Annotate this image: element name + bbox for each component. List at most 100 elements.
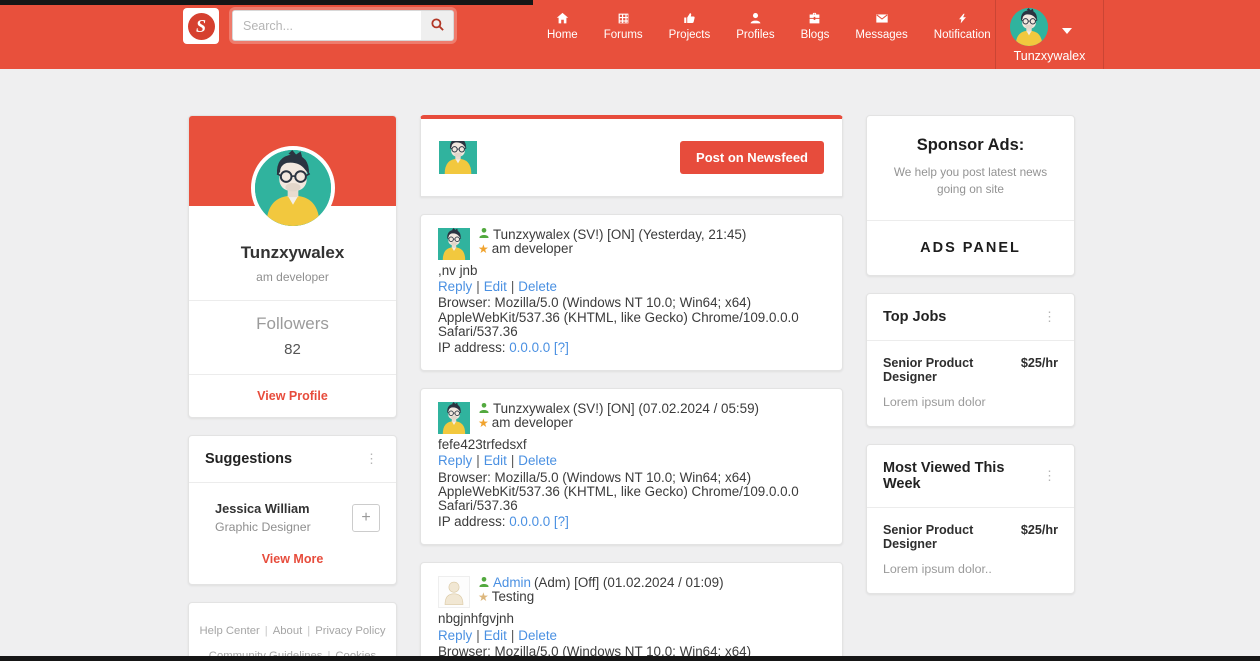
- reply-link[interactable]: Reply: [438, 453, 472, 468]
- job-item[interactable]: Senior Product Designer $25/hr Lorem ips…: [867, 508, 1074, 593]
- online-user-icon: [478, 227, 490, 242]
- online-user-icon: [478, 576, 490, 591]
- nav-label: Blogs: [800, 29, 830, 41]
- view-profile-link[interactable]: View Profile: [189, 374, 396, 417]
- search-icon: [430, 17, 445, 35]
- footer-link-help-center[interactable]: Help Center: [200, 625, 260, 637]
- feed-post: Admin (Adm) [Off] (01.02.2024 / 01:09) ★…: [420, 562, 843, 661]
- rank-star-icon: ★: [478, 416, 489, 431]
- job-description: Lorem ipsum dolor: [883, 395, 986, 410]
- rank-star-icon: ★: [478, 242, 489, 256]
- footer-link-about[interactable]: About: [273, 625, 303, 637]
- page-content: Tunzxywalex am developer Followers 82 Vi…: [188, 115, 1260, 661]
- forums-icon: [617, 12, 630, 25]
- envelope-icon: [875, 12, 889, 25]
- search-input[interactable]: [233, 11, 421, 40]
- post-browser-info: Browser: Mozilla/5.0 (Windows NT 10.0; W…: [438, 469, 799, 514]
- nav-label: Projects: [668, 29, 711, 41]
- user-avatar: [1010, 8, 1048, 46]
- post-meta: (SV!) [ON] (Yesterday, 21:45): [572, 226, 747, 242]
- post-on-newsfeed-button[interactable]: Post on Newsfeed: [680, 141, 824, 174]
- delete-link[interactable]: Delete: [518, 628, 557, 643]
- suggestions-card: Suggestions ⋮ Jessica William Graphic De…: [188, 435, 397, 585]
- kebab-menu-icon[interactable]: ⋮: [363, 451, 380, 467]
- suggestion-name: Jessica William: [215, 501, 310, 516]
- post-browser-info: Browser: Mozilla/5.0 (Windows NT 10.0; W…: [438, 295, 799, 339]
- profile-avatar: [250, 146, 335, 230]
- profile-name: Tunzxywalex: [240, 243, 345, 262]
- footer-row-1: Help Center | About | Privacy Policy: [199, 625, 386, 637]
- nav-item-home[interactable]: Home: [547, 12, 578, 41]
- post-body: ,nv jnb: [438, 263, 478, 278]
- logo-s-icon: S: [187, 12, 215, 40]
- nav-item-notification[interactable]: Notification: [934, 12, 991, 41]
- post-author-avatar[interactable]: [438, 576, 470, 609]
- sponsor-ads-title: Sponsor Ads:: [916, 136, 1025, 154]
- composer-avatar: [439, 141, 477, 174]
- ip-address-link[interactable]: 0.0.0.0: [509, 340, 550, 355]
- profile-card: Tunzxywalex am developer Followers 82 Vi…: [188, 115, 397, 418]
- job-rate: $25/hr: [1020, 356, 1058, 371]
- post-author-avatar[interactable]: [438, 228, 470, 260]
- edit-link[interactable]: Edit: [484, 279, 507, 294]
- user-menu[interactable]: Tunzxywalex: [995, 0, 1104, 69]
- kebab-menu-icon[interactable]: ⋮: [1041, 468, 1058, 484]
- search-button[interactable]: [421, 11, 453, 40]
- add-friend-button[interactable]: +: [352, 503, 380, 532]
- nav-item-blogs[interactable]: Blogs: [800, 12, 830, 41]
- online-user-icon: [478, 402, 490, 417]
- ip-help-link[interactable]: [?]: [554, 514, 569, 529]
- nav-item-messages[interactable]: Messages: [855, 12, 908, 41]
- post-author-title: am developer: [491, 415, 573, 431]
- job-rate: $25/hr: [1020, 523, 1058, 538]
- chevron-down-icon: [1062, 28, 1072, 34]
- post-meta: (SV!) [ON] (07.02.2024 / 05:59): [572, 401, 759, 417]
- profile-tagline: am developer: [256, 270, 329, 284]
- home-icon: [556, 12, 569, 25]
- edit-link[interactable]: Edit: [484, 453, 507, 468]
- job-item[interactable]: Senior Product Designer $25/hr Lorem ips…: [867, 341, 1074, 426]
- ip-address-link[interactable]: 0.0.0.0: [509, 514, 550, 529]
- nav-label: Home: [547, 29, 578, 41]
- bolt-icon: [957, 12, 968, 25]
- delete-link[interactable]: Delete: [518, 453, 557, 468]
- nav-item-profiles[interactable]: Profiles: [736, 12, 775, 41]
- sponsor-ads-card: Sponsor Ads: We help you post latest new…: [866, 115, 1075, 277]
- top-jobs-title: Top Jobs: [883, 309, 947, 326]
- view-more-link[interactable]: View More: [189, 538, 396, 584]
- ip-label: IP address:: [438, 340, 506, 356]
- job-role: Senior Product Designer: [883, 356, 974, 385]
- post-author-title: am developer: [491, 240, 573, 256]
- job-description: Lorem ipsum dolor..: [883, 562, 992, 577]
- suggestion-item: Jessica William Graphic Designer +: [189, 483, 396, 538]
- post-author-avatar[interactable]: [438, 402, 470, 435]
- thumbs-up-icon: [683, 12, 696, 25]
- ads-panel-label: ADS PANEL: [867, 220, 1074, 275]
- kebab-menu-icon[interactable]: ⋮: [1041, 309, 1058, 325]
- delete-link[interactable]: Delete: [518, 279, 557, 294]
- nav-label: Notification: [933, 29, 991, 41]
- nav-item-projects[interactable]: Projects: [668, 12, 711, 41]
- nav-label: Forums: [603, 29, 643, 41]
- post-body: nbgjnhfgvjnh: [438, 611, 514, 627]
- edit-link[interactable]: Edit: [484, 628, 507, 643]
- search-bar: [232, 10, 454, 41]
- app-logo[interactable]: S: [183, 8, 219, 44]
- footer-link-privacy-policy[interactable]: Privacy Policy: [315, 625, 385, 637]
- post-author-name[interactable]: Tunzxywalex: [493, 227, 570, 242]
- main-nav: Home Forums Projects Profiles Blogs Mess…: [534, 12, 1004, 41]
- briefcase-icon: [808, 12, 821, 25]
- most-viewed-card: Most Viewed This Week ⋮ Senior Product D…: [866, 444, 1075, 595]
- nav-item-forums[interactable]: Forums: [604, 12, 643, 41]
- followers-count: 82: [284, 341, 301, 358]
- post-body: fefe423trfedsxf: [438, 437, 527, 453]
- user-name: Tunzxywalex: [1013, 49, 1086, 63]
- newsfeed-composer: Post on Newsfeed: [420, 115, 843, 197]
- reply-link[interactable]: Reply: [438, 279, 472, 294]
- nav-label: Profiles: [736, 29, 775, 41]
- job-role: Senior Product Designer: [883, 523, 974, 552]
- reply-link[interactable]: Reply: [438, 628, 472, 643]
- rank-star-icon: ★: [478, 590, 489, 605]
- ip-help-link[interactable]: [?]: [554, 340, 569, 355]
- screen-top-strip: [0, 0, 533, 5]
